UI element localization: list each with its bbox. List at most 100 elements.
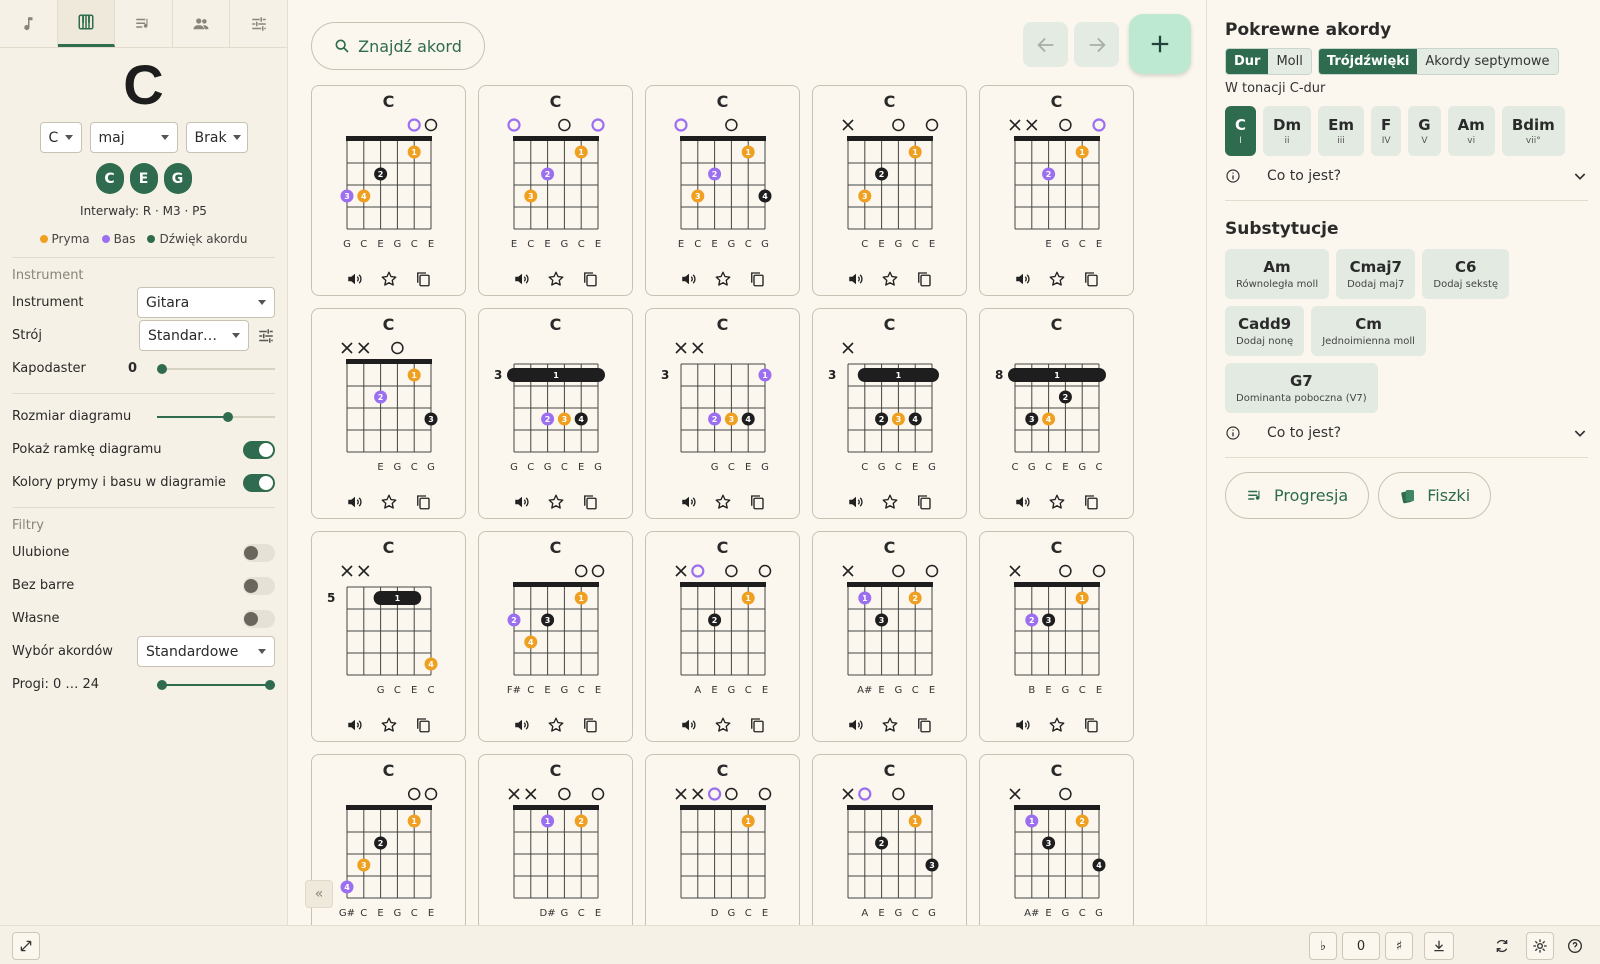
no-barre-toggle[interactable] bbox=[243, 576, 275, 595]
favorite-button[interactable] bbox=[1047, 269, 1067, 289]
chord-card[interactable]: C321CEGCE bbox=[812, 85, 967, 296]
copy-button[interactable] bbox=[413, 492, 433, 512]
scale-degree-chip[interactable]: Em iii bbox=[1318, 106, 1364, 156]
favorite-button[interactable] bbox=[713, 715, 733, 735]
whats-this-subs[interactable]: Co to jest? bbox=[1225, 425, 1588, 441]
favorite-button[interactable] bbox=[880, 492, 900, 512]
type-triads[interactable]: Trójdźwięki bbox=[1318, 49, 1418, 74]
chord-card[interactable]: C31234CGCEG bbox=[812, 308, 967, 519]
copy-button[interactable] bbox=[914, 492, 934, 512]
play-button[interactable] bbox=[846, 492, 866, 512]
favorites-toggle[interactable] bbox=[243, 543, 275, 562]
capo-slider[interactable] bbox=[157, 362, 275, 376]
substitution-chip[interactable]: Am Równoległa moll bbox=[1225, 249, 1330, 299]
type-sevenths[interactable]: Akordy septymowe bbox=[1417, 49, 1558, 74]
root-select[interactable]: C bbox=[39, 122, 82, 153]
play-button[interactable] bbox=[512, 715, 532, 735]
chord-card[interactable]: C 2 4 3 1 F# C E G C E bbox=[478, 531, 633, 742]
chord-card[interactable]: C31234GCGCEG bbox=[478, 308, 633, 519]
slider-thumb[interactable] bbox=[222, 411, 233, 422]
chord-card[interactable]: C 4 3 2 1 G# C E G C E bbox=[311, 754, 466, 925]
scale-degree-chip[interactable]: Am vi bbox=[1447, 106, 1495, 156]
tab-people[interactable] bbox=[173, 0, 231, 47]
settings-button[interactable] bbox=[1526, 932, 1554, 960]
chord-note[interactable]: C bbox=[95, 163, 124, 194]
chord-card[interactable]: C81342CGCEGC bbox=[979, 308, 1134, 519]
scale-degree-chip[interactable]: Dm ii bbox=[1263, 106, 1312, 156]
progression-button[interactable]: Progresja bbox=[1225, 472, 1370, 519]
transpose-value[interactable]: 0 bbox=[1342, 932, 1380, 960]
favorite-button[interactable] bbox=[546, 715, 566, 735]
instrument-select[interactable]: Gitara bbox=[137, 287, 275, 318]
copy-button[interactable] bbox=[1081, 269, 1101, 289]
sync-button[interactable] bbox=[1492, 936, 1512, 956]
scale-degree-chip[interactable]: CI bbox=[1225, 106, 1257, 156]
play-button[interactable] bbox=[345, 715, 365, 735]
scale-degree-chip[interactable]: F IV bbox=[1371, 106, 1402, 156]
copy-button[interactable] bbox=[1081, 492, 1101, 512]
frets-range-slider[interactable] bbox=[157, 678, 275, 692]
chord-card[interactable]: C 1 3 2 4 A# E G C G bbox=[979, 754, 1134, 925]
copy-button[interactable] bbox=[580, 269, 600, 289]
chord-card[interactable]: C3214ECEGCG bbox=[645, 85, 800, 296]
favorite-button[interactable] bbox=[546, 269, 566, 289]
quality-select[interactable]: maj bbox=[89, 122, 178, 153]
play-button[interactable] bbox=[1013, 492, 1033, 512]
copy-button[interactable] bbox=[914, 269, 934, 289]
favorite-button[interactable] bbox=[1047, 715, 1067, 735]
mode-minor[interactable]: Moll bbox=[1268, 49, 1311, 74]
substitution-chip[interactable]: Cadd9 Dodaj nonę bbox=[1225, 306, 1305, 356]
chord-card[interactable]: C514GCEC bbox=[311, 531, 466, 742]
slider-thumb-max[interactable] bbox=[265, 679, 275, 690]
play-button[interactable] bbox=[345, 492, 365, 512]
chord-card[interactable]: C321ECEGCE bbox=[478, 85, 633, 296]
favorite-button[interactable] bbox=[713, 269, 733, 289]
favorite-button[interactable] bbox=[379, 269, 399, 289]
diagram-size-slider[interactable] bbox=[157, 410, 275, 424]
flashcards-button[interactable]: Fiszki bbox=[1378, 472, 1492, 519]
tab-piano[interactable] bbox=[57, 0, 116, 47]
sharp-button[interactable]: ♯ bbox=[1385, 932, 1413, 960]
chord-card[interactable]: C 1 3 2 A# E G C E bbox=[812, 531, 967, 742]
favorite-button[interactable] bbox=[713, 492, 733, 512]
play-button[interactable] bbox=[1013, 715, 1033, 735]
play-button[interactable] bbox=[1013, 269, 1033, 289]
bass-select[interactable]: Brak bbox=[185, 122, 248, 153]
slider-thumb-min[interactable] bbox=[157, 679, 167, 690]
chord-card[interactable]: C 1 2 D# G C E bbox=[478, 754, 633, 925]
scale-degree-chip[interactable]: Bdim vii° bbox=[1501, 106, 1565, 156]
favorite-button[interactable] bbox=[880, 715, 900, 735]
tune-settings-icon[interactable] bbox=[257, 327, 275, 345]
play-button[interactable] bbox=[846, 269, 866, 289]
chord-note[interactable]: E bbox=[129, 163, 158, 194]
chord-card[interactable]: C213AEGCG bbox=[812, 754, 967, 925]
play-button[interactable] bbox=[679, 492, 699, 512]
chord-note[interactable]: G bbox=[163, 163, 192, 194]
tab-playlist[interactable] bbox=[115, 0, 173, 47]
play-button[interactable] bbox=[512, 269, 532, 289]
copy-button[interactable] bbox=[413, 269, 433, 289]
substitution-chip[interactable]: Cmaj7 Dodaj maj7 bbox=[1336, 249, 1416, 299]
download-button[interactable] bbox=[1424, 932, 1454, 960]
forward-button[interactable] bbox=[1074, 22, 1119, 67]
play-button[interactable] bbox=[345, 269, 365, 289]
selection-select[interactable]: Standardowe bbox=[137, 636, 275, 667]
tuning-select[interactable]: Standar… bbox=[139, 320, 249, 351]
copy-button[interactable] bbox=[747, 492, 767, 512]
slider-thumb[interactable] bbox=[157, 363, 167, 374]
colors-toggle[interactable] bbox=[243, 473, 275, 492]
favorite-button[interactable] bbox=[880, 269, 900, 289]
chord-card[interactable]: C3421GCEGCE bbox=[311, 85, 466, 296]
whats-this-related[interactable]: Co to jest? bbox=[1225, 168, 1588, 184]
find-chord-button[interactable]: Znajdź akord bbox=[311, 22, 485, 70]
back-button[interactable] bbox=[1023, 22, 1068, 67]
flat-button[interactable]: ♭ bbox=[1309, 932, 1337, 960]
favorite-button[interactable] bbox=[1047, 492, 1067, 512]
tab-note[interactable] bbox=[0, 0, 58, 47]
mode-major[interactable]: Dur bbox=[1226, 49, 1269, 74]
copy-button[interactable] bbox=[1081, 715, 1101, 735]
show-frame-toggle[interactable] bbox=[243, 440, 275, 459]
tab-settings[interactable] bbox=[230, 0, 287, 47]
copy-button[interactable] bbox=[747, 269, 767, 289]
chord-card[interactable]: C231BEGCE bbox=[979, 531, 1134, 742]
